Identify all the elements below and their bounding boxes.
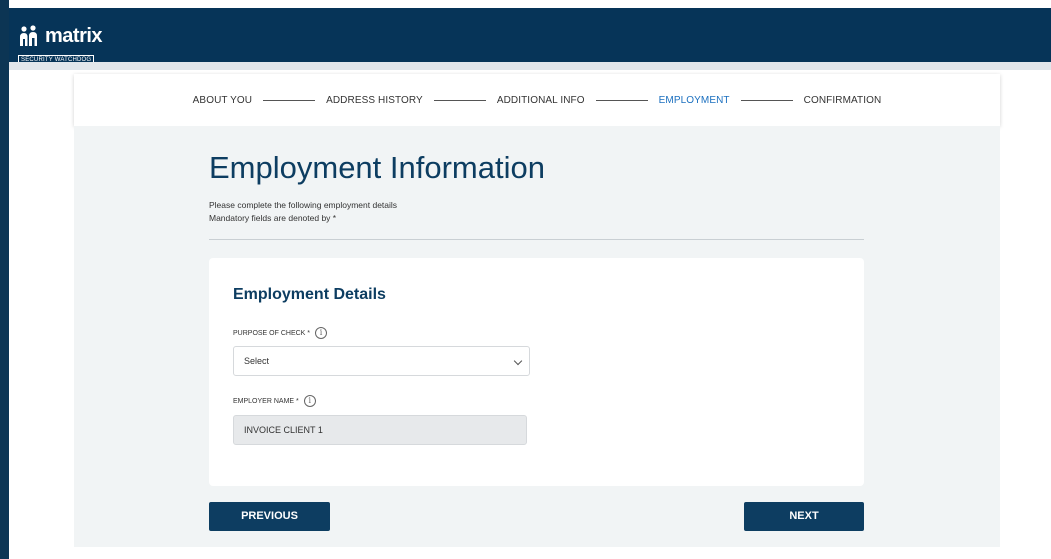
chevron-down-icon xyxy=(513,356,523,366)
app-header: matrix SECURITY WATCHDOG xyxy=(0,0,1051,65)
step-connector xyxy=(433,99,486,101)
brand-name: matrix xyxy=(45,25,103,47)
purpose-of-check-label: PURPOSE OF CHECK * xyxy=(233,329,311,337)
info-icon[interactable]: i xyxy=(303,395,316,407)
section-divider xyxy=(209,239,864,240)
step-additional-info[interactable]: ADDITIONAL INFO xyxy=(497,95,585,106)
step-address-history[interactable]: ADDRESS HISTORY xyxy=(326,95,423,106)
step-about-you[interactable]: ABOUT YOU xyxy=(193,95,252,106)
purpose-label-row: PURPOSE OF CHECK * i xyxy=(233,327,328,339)
step-confirmation[interactable]: CONFIRMATION xyxy=(804,95,882,106)
step-connector xyxy=(740,99,793,101)
previous-button[interactable]: PREVIOUS xyxy=(209,502,330,531)
matrix-logo[interactable]: matrix SECURITY WATCHDOG xyxy=(18,24,103,66)
progress-stepper: ABOUT YOU ADDRESS HISTORY ADDITIONAL INF… xyxy=(74,74,1000,126)
select-value: Select xyxy=(244,356,270,366)
header-shadow xyxy=(9,62,1051,70)
employer-name-label: EMPLOYER NAME * xyxy=(233,397,299,405)
next-button[interactable]: NEXT xyxy=(744,502,864,531)
window-edge xyxy=(0,0,9,559)
page-title: Employment Information xyxy=(209,150,545,185)
page-intro: Please complete the following employment… xyxy=(209,199,397,225)
employer-name-field[interactable]: INVOICE CLIENT 1 xyxy=(233,415,527,445)
intro-text: Please complete the following employment… xyxy=(209,200,398,210)
step-connector xyxy=(263,99,316,101)
info-icon[interactable]: i xyxy=(315,327,328,339)
step-employment[interactable]: EMPLOYMENT xyxy=(659,95,730,106)
mandatory-note: Mandatory fields are denoted by * xyxy=(209,213,337,223)
step-connector xyxy=(595,99,648,101)
people-icon xyxy=(20,25,37,46)
employment-details-card: Employment Details PURPOSE OF CHECK * i … xyxy=(209,258,864,486)
purpose-of-check-select[interactable]: Select xyxy=(233,346,530,376)
employer-label-row: EMPLOYER NAME * i xyxy=(233,395,316,407)
card-title: Employment Details xyxy=(233,286,386,303)
